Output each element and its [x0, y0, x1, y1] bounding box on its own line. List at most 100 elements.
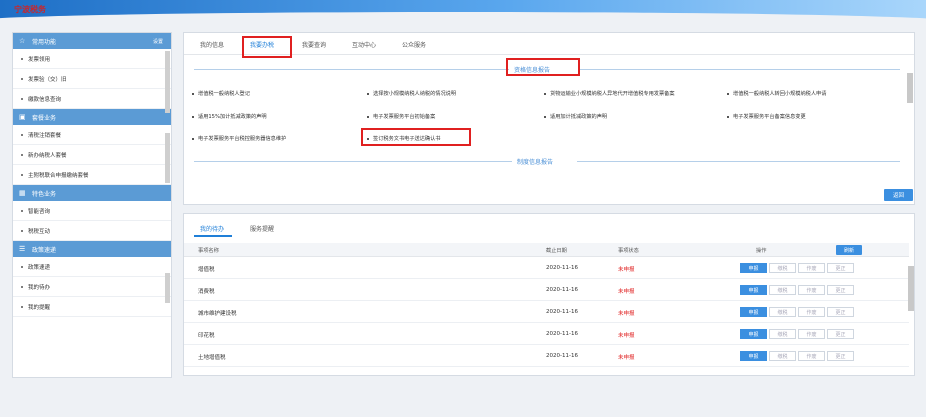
link-item[interactable]: 电子发票服务平台税控服务器信息维护 — [192, 135, 286, 142]
bullet-icon — [192, 137, 194, 140]
bullet-icon — [367, 115, 369, 118]
pay-button[interactable]: 缴税 — [769, 351, 796, 361]
row-actions: 申报 缴税 作废 更正 — [740, 263, 854, 273]
back-button[interactable]: 返回 — [884, 189, 913, 201]
refresh-button[interactable]: 刷新 — [836, 245, 862, 255]
correct-button[interactable]: 更正 — [827, 285, 854, 295]
site-logo[interactable]: 宁波税务 — [14, 4, 46, 15]
banner-wave — [0, 12, 926, 22]
highlight-box-link — [361, 128, 471, 146]
top-banner: 宁波税务 — [0, 0, 926, 22]
sidebar-section-common[interactable]: ☆ 常用功能 设置 — [13, 33, 171, 49]
correct-button[interactable]: 更正 — [827, 263, 854, 273]
tab-query[interactable]: 我要查询 — [302, 40, 326, 49]
bullet-icon — [21, 57, 23, 60]
bullet-icon — [21, 133, 23, 136]
tab-my-info[interactable]: 我的信息 — [200, 40, 224, 49]
table-row: 消费税 2020-11-16 未申报 申报 缴税 作废 更正 — [184, 280, 909, 301]
highlight-box-tab — [242, 36, 292, 58]
void-button[interactable]: 作废 — [798, 285, 825, 295]
table-row: 土地增值税 2020-11-16 未申报 申报 缴税 作废 更正 — [184, 346, 909, 367]
tax-service-panel: 我的信息 我要办税 我要查询 互动中心 公众服务 资格信息报告 增值税一般纳税人… — [183, 32, 915, 205]
sidebar-item[interactable]: 缴款信息查询 — [13, 89, 171, 109]
correct-button[interactable]: 更正 — [827, 351, 854, 361]
link-item[interactable]: 货物运输业小规模纳税人异地代开增值税专用发票备案 — [544, 90, 675, 97]
link-item[interactable]: 适用15%加计抵减政策的声明 — [192, 113, 267, 120]
sidebar-section-policy[interactable]: ☰ 政策速递 — [13, 241, 171, 257]
bullet-icon — [544, 115, 546, 118]
tab-interaction[interactable]: 互动中心 — [352, 40, 376, 49]
bullet-icon — [192, 115, 194, 118]
sidebar-item[interactable]: 主附税联合申报缴纳套餐 — [13, 165, 171, 185]
grid-icon: ▦ — [19, 188, 26, 197]
bullet-icon — [21, 77, 23, 80]
pay-button[interactable]: 缴税 — [769, 329, 796, 339]
tab-service-reminder[interactable]: 服务提醒 — [250, 224, 274, 233]
bullet-icon — [21, 209, 23, 212]
main-tabs: 我的信息 我要办税 我要查询 互动中心 公众服务 — [184, 33, 914, 55]
sidebar: ☆ 常用功能 设置 发票领用 发票验（交）旧 缴款信息查询 ▣ 套餐业务 清税注… — [12, 32, 172, 378]
declare-button[interactable]: 申报 — [740, 307, 767, 317]
void-button[interactable]: 作废 — [798, 329, 825, 339]
table-row: 城市维护建设税 2020-11-16 未申报 申报 缴税 作废 更正 — [184, 302, 909, 323]
link-item[interactable]: 选择按小规模纳税人纳税的情况说明 — [367, 90, 456, 97]
sidebar-item[interactable]: 我的提醒 — [13, 297, 171, 317]
list-icon: ☰ — [19, 244, 26, 253]
declare-button[interactable]: 申报 — [740, 351, 767, 361]
bullet-icon — [367, 92, 369, 95]
declare-button[interactable]: 申报 — [740, 285, 767, 295]
link-item[interactable]: 电子发票服务平台备案信息变更 — [727, 113, 806, 120]
bullet-icon — [192, 92, 194, 95]
sidebar-item[interactable]: 发票领用 — [13, 49, 171, 69]
status-badge: 未申报 — [618, 311, 635, 317]
settings-link[interactable]: 设置 — [153, 38, 163, 45]
active-tab-underline — [194, 235, 232, 237]
status-badge: 未申报 — [618, 355, 635, 361]
pay-button[interactable]: 缴税 — [769, 307, 796, 317]
declare-button[interactable]: 申报 — [740, 329, 767, 339]
package-icon: ▣ — [19, 112, 26, 121]
bullet-icon — [21, 229, 23, 232]
tab-public-service[interactable]: 公众服务 — [402, 40, 426, 49]
declare-button[interactable]: 申报 — [740, 263, 767, 273]
bullet-icon — [727, 92, 729, 95]
correct-button[interactable]: 更正 — [827, 307, 854, 317]
bullet-icon — [21, 97, 23, 100]
void-button[interactable]: 作废 — [798, 263, 825, 273]
highlight-box-section — [506, 58, 580, 76]
sidebar-item[interactable]: 发票验（交）旧 — [13, 69, 171, 89]
sidebar-item[interactable]: 政策速递 — [13, 257, 171, 277]
correct-button[interactable]: 更正 — [827, 329, 854, 339]
sidebar-section-package[interactable]: ▣ 套餐业务 — [13, 109, 171, 125]
pay-button[interactable]: 缴税 — [769, 285, 796, 295]
link-item[interactable]: 电子发票服务平台初始备案 — [367, 113, 435, 120]
row-actions: 申报 缴税 作废 更正 — [740, 329, 854, 339]
sidebar-scrollbar[interactable] — [165, 51, 170, 113]
void-button[interactable]: 作废 — [798, 351, 825, 361]
table-row: 增值税 2020-11-16 未申报 申报 缴税 作废 更正 — [184, 258, 909, 279]
bullet-icon — [21, 153, 23, 156]
sidebar-scrollbar[interactable] — [165, 273, 170, 303]
link-item[interactable]: 增值税一般纳税人转回小规模纳税人申请 — [727, 90, 826, 97]
table-header: 事项名称 截止日期 事项状态 操作 刷新 — [184, 243, 909, 257]
link-item[interactable]: 增值税一般纳税人登记 — [192, 90, 250, 97]
link-item[interactable]: 适用加计抵减政策的声明 — [544, 113, 607, 120]
bullet-icon — [544, 92, 546, 95]
panel-scrollbar[interactable] — [907, 73, 913, 103]
sidebar-section-feature[interactable]: ▦ 特色业务 — [13, 185, 171, 201]
section-institution-header: 制度信息报告 — [184, 157, 904, 166]
sidebar-item[interactable]: 清税注销套餐 — [13, 125, 171, 145]
row-actions: 申报 缴税 作废 更正 — [740, 307, 854, 317]
sidebar-scrollbar[interactable] — [165, 133, 170, 183]
todo-panel: 我的待办 服务提醒 事项名称 截止日期 事项状态 操作 刷新 增值税 2020-… — [183, 213, 915, 376]
sidebar-item[interactable]: 智能咨询 — [13, 201, 171, 221]
status-badge: 未申报 — [618, 267, 635, 273]
todo-scrollbar[interactable] — [908, 266, 914, 311]
tab-my-todo[interactable]: 我的待办 — [200, 224, 224, 233]
sidebar-item[interactable]: 新办纳税人套餐 — [13, 145, 171, 165]
bullet-icon — [21, 285, 23, 288]
void-button[interactable]: 作废 — [798, 307, 825, 317]
pay-button[interactable]: 缴税 — [769, 263, 796, 273]
sidebar-item[interactable]: 我的待办 — [13, 277, 171, 297]
sidebar-item[interactable]: 税税互动 — [13, 221, 171, 241]
